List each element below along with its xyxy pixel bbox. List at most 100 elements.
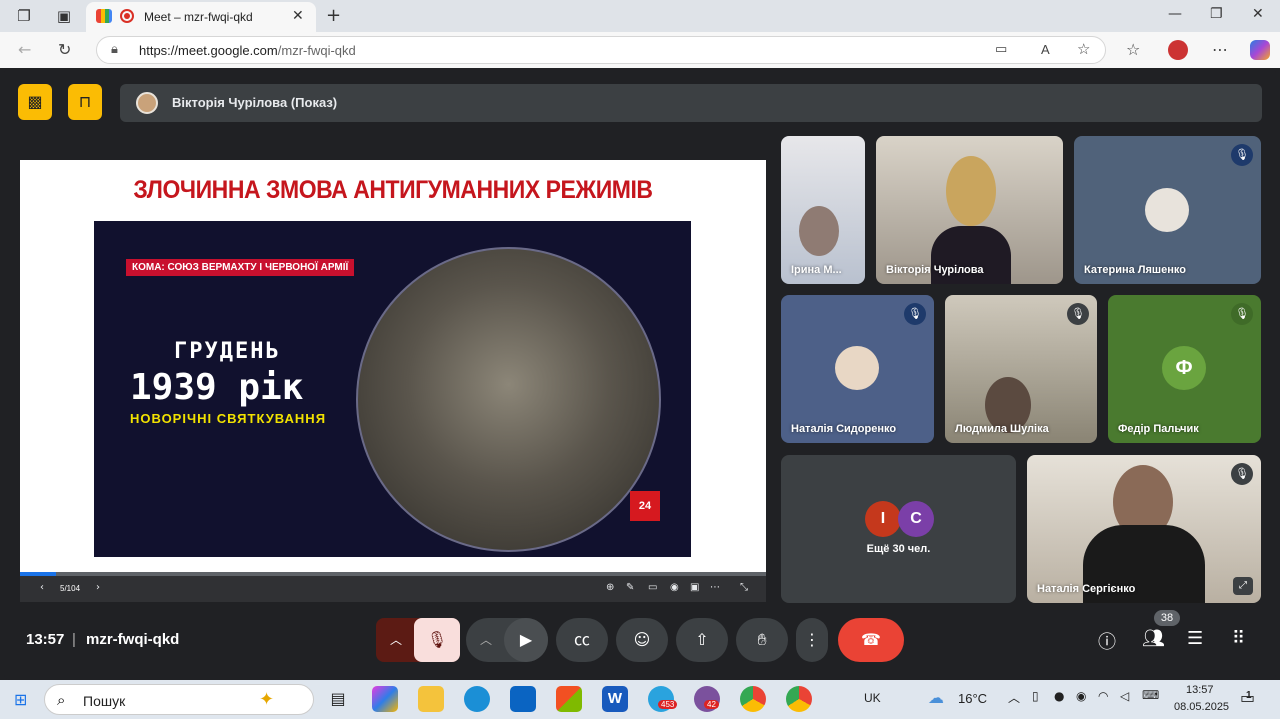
video-month: ГРУДЕНЬ	[174, 339, 281, 364]
participant-tile-3[interactable]: 🎙︎ Катерина Ляшенко	[1074, 136, 1261, 284]
participants-count-badge: 38	[1154, 610, 1180, 626]
read-aloud-icon[interactable]: A	[1041, 42, 1050, 57]
favorites-icon[interactable]: ☆	[1126, 40, 1140, 59]
video-tag: КОМА: СОЮЗ ВЕРМАХТУ І ЧЕРВОНОЇ АРМІЇ	[126, 259, 355, 276]
participant-avatar	[835, 346, 879, 390]
prev-page-icon[interactable]: ‹	[40, 582, 44, 593]
zoom-icon[interactable]: ⊕	[606, 582, 614, 593]
activities-icon[interactable]: ⠿	[1232, 628, 1245, 649]
chat-icon[interactable]: ☰	[1187, 628, 1203, 649]
close-window-icon[interactable]: ✕	[1252, 6, 1264, 22]
layout-icon[interactable]: ⊓	[68, 84, 102, 120]
mic-off-icon: 🎙︎	[1231, 303, 1253, 325]
clock-date[interactable]: 08.05.2025	[1174, 701, 1229, 713]
more-participants-label: Ещё 30 чел.	[866, 543, 931, 555]
info-icon[interactable]: ⓘ	[1098, 628, 1116, 654]
camera-icon: ▶︎	[519, 630, 533, 649]
weather-icon[interactable]: ☁	[928, 688, 944, 707]
word-icon[interactable]: W	[602, 686, 628, 712]
camera-button[interactable]: ▶︎	[504, 618, 548, 662]
lock-icon[interactable]: 🔒︎	[111, 42, 118, 57]
tab-meet[interactable]: Meet – mzr-fwqi-qkd ✕	[86, 2, 316, 32]
clock-time[interactable]: 13:57	[1186, 684, 1214, 696]
tab-close-icon[interactable]: ✕	[292, 8, 304, 24]
favorite-star-icon[interactable]: ☆	[1077, 40, 1090, 58]
participant-tile-6[interactable]: Ф 🎙︎ Федір Пальчик	[1108, 295, 1261, 443]
hang-up-icon: ☎︎	[861, 630, 881, 649]
volume-icon[interactable]: ◁	[1120, 689, 1129, 703]
captions-icon[interactable]: ▭	[648, 582, 657, 593]
annotate-icon[interactable]: ✎	[626, 582, 634, 593]
mic-options-icon[interactable]: ︿	[376, 618, 416, 662]
task-view-icon[interactable]: ▤	[325, 686, 351, 712]
participant-initial-avatar: C	[898, 501, 934, 537]
camera-options-icon[interactable]: ︿	[466, 618, 506, 662]
captions-icon: ㏄	[573, 630, 590, 649]
tab-actions-icon[interactable]: ▣	[54, 6, 74, 26]
location-icon[interactable]: ◉	[1076, 689, 1086, 703]
outlook-icon[interactable]	[510, 686, 536, 712]
participant-name: Людмила Шуліка	[955, 423, 1049, 435]
copilot-app-icon[interactable]	[372, 686, 398, 712]
unpin-icon[interactable]: ⤢	[1233, 577, 1253, 595]
participant-tile-4[interactable]: 🎙︎ Наталія Сидоренко	[781, 295, 934, 443]
participant-tile-5[interactable]: 🎙︎ Людмила Шуліка	[945, 295, 1097, 443]
present-button[interactable]: ⇧	[676, 618, 728, 662]
taskbar-search[interactable]: ⌕ Пошук ✦	[44, 684, 314, 715]
mic-tray-icon[interactable]: ●	[1054, 689, 1064, 703]
leave-call-button[interactable]: ☎︎	[838, 618, 904, 662]
audio-icon[interactable]: ◉	[670, 582, 679, 593]
windows-start-icon[interactable]: ⊞	[14, 690, 27, 709]
copilot-icon[interactable]	[1250, 40, 1270, 60]
workspaces-icon[interactable]: ❐	[14, 6, 34, 26]
slide-more-icon[interactable]: ⋯	[710, 582, 720, 593]
captions-button[interactable]: ㏄	[556, 618, 608, 662]
new-tab-icon[interactable]: +	[326, 5, 341, 26]
chrome-profile-icon[interactable]	[786, 686, 812, 712]
tray-chevron-icon[interactable]: ︿	[1008, 689, 1020, 706]
mic-off-icon: 🎙︎	[1067, 303, 1089, 325]
next-page-icon[interactable]: ›	[96, 582, 100, 593]
participant-tile-7[interactable]: 🎙︎ ⤢ Наталія Сергієнко	[1027, 455, 1261, 603]
chrome-icon[interactable]	[740, 686, 766, 712]
more-options-button[interactable]: ⋮	[796, 618, 828, 662]
participant-name: Наталія Сидоренко	[791, 423, 897, 435]
address-bar-row: ← ↻ 🔒︎ https://meet.google.com/mzr-fwqi-…	[0, 32, 1280, 68]
temperature[interactable]: 16°C	[958, 691, 987, 706]
more-menu-icon[interactable]: ⋯	[1212, 40, 1228, 59]
pip-icon[interactable]: ▣	[690, 582, 699, 593]
url-input[interactable]: 🔒︎ https://meet.google.com/mzr-fwqi-qkd …	[96, 36, 1106, 64]
device-icon[interactable]: ▯	[1032, 689, 1039, 703]
keyboard-icon[interactable]: ⌨	[1142, 688, 1159, 702]
mic-off-icon: 🎙︎	[1231, 463, 1253, 485]
participant-tile-2[interactable]: Вікторія Чурілова	[876, 136, 1063, 284]
meeting-code: mzr-fwqi-qkd	[86, 631, 180, 648]
maximize-icon[interactable]: ❐	[1210, 6, 1223, 22]
presenter-label: Вікторія Чурілова (Показ)	[172, 95, 338, 110]
slide-title: ЗЛОЧИННА ЗМОВА АНТИГУМАННИХ РЕЖИМІВ	[133, 176, 653, 204]
back-icon[interactable]: ←	[18, 40, 31, 59]
recording-icon	[120, 9, 134, 23]
emoji-button[interactable]: ☺	[616, 618, 668, 662]
stop-presenting-icon[interactable]: ▩	[18, 84, 52, 120]
keyboard-layout[interactable]: UK	[864, 691, 881, 705]
viber-badge: 42	[704, 700, 719, 709]
more-participants-tile[interactable]: I C Ещё 30 чел.	[781, 455, 1016, 603]
wifi-icon[interactable]: ◠	[1098, 689, 1108, 703]
edge-icon[interactable]	[464, 686, 490, 712]
store-icon[interactable]	[556, 686, 582, 712]
fullscreen-icon[interactable]: ⤡	[740, 582, 748, 593]
video-subtitle: НОВОРІЧНІ СВЯТКУВАННЯ	[130, 411, 327, 426]
people-icon[interactable]: 👥︎	[1142, 628, 1165, 649]
reload-icon[interactable]: ↻	[58, 40, 71, 59]
emoji-icon: ☺	[633, 630, 651, 649]
raise-hand-button[interactable]: ✋︎	[736, 618, 788, 662]
presenter-avatar	[136, 92, 158, 114]
mic-off-button[interactable]: 🎙︎	[414, 618, 460, 662]
participant-tile-1[interactable]: Ірина М...	[781, 136, 865, 284]
profile-avatar[interactable]	[1168, 40, 1188, 60]
minimize-icon[interactable]: —	[1168, 6, 1182, 22]
file-explorer-icon[interactable]	[418, 686, 444, 712]
camera-permission-icon[interactable]: ▭	[995, 42, 1007, 57]
presenter-bar: Вікторія Чурілова (Показ)	[120, 84, 1262, 122]
